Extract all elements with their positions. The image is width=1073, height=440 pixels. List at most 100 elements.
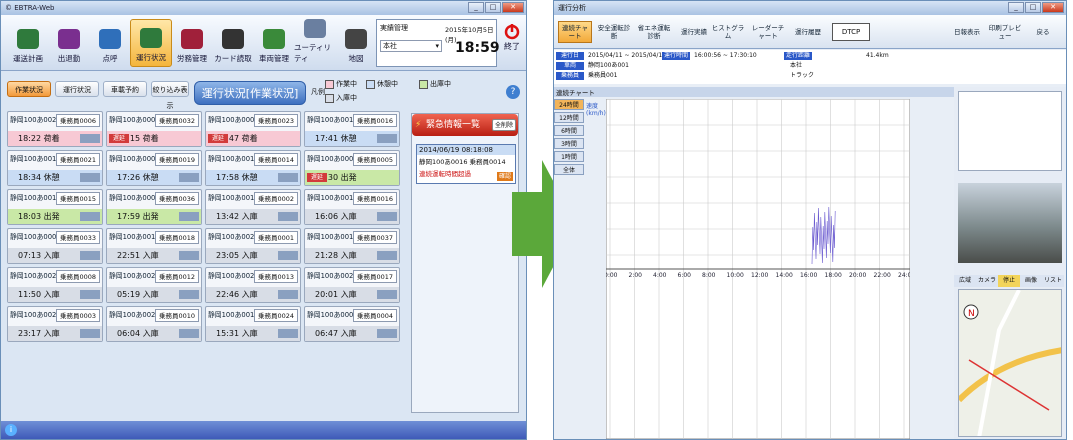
legend-swatch <box>325 79 334 89</box>
map-tab[interactable]: カメラ <box>976 275 998 287</box>
range-item[interactable]: 24時間 <box>554 99 584 110</box>
tab-filter[interactable]: 絞り込み表示 <box>151 81 189 110</box>
vehicle-card[interactable]: 静岡100あ0017 乗務員0016 16:06 入庫 <box>304 189 400 225</box>
minimize-button[interactable]: _ <box>468 2 484 13</box>
print-preview-button[interactable]: 印刷プレビュー <box>988 21 1022 43</box>
vehicle-card[interactable]: 静岡100あ0024 乗務員0012 05:19 入庫 <box>106 267 202 303</box>
detail-tag[interactable] <box>377 329 397 338</box>
toolbar-button-map[interactable]: 地図 <box>335 19 377 67</box>
route-map[interactable]: N <box>958 289 1062 437</box>
plate-number: 静岡100あ0017 <box>307 194 358 202</box>
analysis-tab-4[interactable]: ヒストグラム <box>710 21 746 43</box>
analysis-tab-2[interactable]: 省エネ運転診断 <box>636 21 672 43</box>
detail-tag[interactable] <box>179 173 199 182</box>
maximize-button[interactable]: □ <box>1025 2 1041 13</box>
vehicle-card[interactable]: 静岡100あ0015 乗務員0037 21:28 入庫 <box>304 228 400 264</box>
daily-report-button[interactable]: 日報表示 <box>950 21 984 43</box>
vehicle-card[interactable]: 静岡100あ0006 乗務員0005 17:30 出発 遅延 <box>304 150 400 186</box>
vehicle-card[interactable]: 静岡100あ0021 乗務員0006 18:22 荷着 <box>7 111 103 147</box>
map-tab[interactable]: 画像 <box>1020 275 1042 287</box>
vehicle-card[interactable]: 静岡100あ0007 乗務員0023 18:47 荷着 遅延 <box>205 111 301 147</box>
detail-tag[interactable] <box>278 212 298 221</box>
toolbar-button-labor[interactable]: 労務管理 <box>171 19 213 67</box>
vehicle-card[interactable]: 静岡100あ0005 乗務員0033 07:13 入庫 <box>7 228 103 264</box>
minimize-button[interactable]: _ <box>1008 2 1024 13</box>
range-item[interactable]: 1時間 <box>554 151 584 162</box>
plate-number: 静岡100あ0016 <box>208 155 259 163</box>
range-item[interactable]: 12時間 <box>554 112 584 123</box>
vehicle-card[interactable]: 静岡100あ0010 乗務員0018 22:51 入庫 <box>106 228 202 264</box>
map-tab[interactable]: 広域 <box>954 275 976 287</box>
detail-tag[interactable] <box>179 329 199 338</box>
exit-button[interactable]: 終了 <box>500 23 524 65</box>
close-button[interactable]: ✕ <box>502 2 524 13</box>
analysis-tab-1[interactable]: 安全運転診断 <box>596 21 632 43</box>
back-button[interactable]: 戻る <box>1026 21 1060 43</box>
vehicle-card[interactable]: 静岡100あ0008 乗務員0019 17:26 休憩 <box>106 150 202 186</box>
toolbar-button-attendance[interactable]: 出退勤 <box>48 19 90 67</box>
vehicle-card[interactable]: 静岡100あ0009 乗務員0036 17:59 出発 <box>106 189 202 225</box>
vehicle-card[interactable]: 静岡100あ0027 乗務員0010 06:04 入庫 <box>106 306 202 342</box>
toolbar-button-vehicle[interactable]: 車両管理 <box>253 19 295 67</box>
legend-working: 作業中 <box>325 79 357 89</box>
range-item[interactable]: 6時間 <box>554 125 584 136</box>
vehicle-card[interactable]: 静岡100あ0016 乗務員0014 17:58 休憩 <box>205 150 301 186</box>
detail-tag[interactable] <box>80 329 100 338</box>
vehicle-card[interactable]: 静岡100あ0022 乗務員0003 23:17 入庫 <box>7 306 103 342</box>
acknowledge-button[interactable]: 確認 <box>497 172 513 181</box>
branch-select[interactable]: 本社 ▾ <box>380 40 442 52</box>
vehicle-card[interactable]: 静岡100あ0011 乗務員0016 17:41 休憩 <box>304 111 400 147</box>
map-tab[interactable]: 停止 <box>998 275 1020 287</box>
tab-operation-status[interactable]: 運行状況 <box>55 81 99 97</box>
detail-tag[interactable] <box>278 173 298 182</box>
vehicle-card[interactable]: 静岡100あ0002 乗務員0004 06:47 入庫 <box>304 306 400 342</box>
detail-tag[interactable] <box>377 290 397 299</box>
range-item[interactable]: 全体 <box>554 164 584 175</box>
vehicle-card[interactable]: 静岡100あ0025 乗務員0013 22:46 入庫 <box>205 267 301 303</box>
vehicle-card[interactable]: 静岡100あ0020 乗務員0001 23:05 入庫 <box>205 228 301 264</box>
emergency-item[interactable]: 2014/06/19 08:18:08 静岡100あ0016 乗務員0014 連… <box>416 144 516 184</box>
toolbar-button-truck[interactable]: 運行状況 <box>130 19 172 67</box>
vehicle-card[interactable]: 静岡100あ0026 乗務員0017 20:01 入庫 <box>304 267 400 303</box>
range-item[interactable]: 3時間 <box>554 138 584 149</box>
detail-tag[interactable] <box>80 251 100 260</box>
delete-all-button[interactable]: 全削除 <box>492 119 516 131</box>
info-icon[interactable]: i <box>5 424 17 436</box>
toolbar-button-rollcall[interactable]: 点呼 <box>89 19 131 67</box>
analysis-tab-6[interactable]: 運行履歴 <box>790 21 826 43</box>
detail-tag[interactable] <box>80 290 100 299</box>
detail-tag[interactable] <box>80 134 100 143</box>
detail-tag[interactable] <box>80 173 100 182</box>
close-button[interactable]: ✕ <box>1042 2 1064 13</box>
detail-tag[interactable] <box>80 212 100 221</box>
help-icon[interactable]: ? <box>506 85 520 99</box>
emergency-panel: ⚡ 緊急情報一覧 全削除 2014/06/19 08:18:08 静岡100あ0… <box>411 113 519 413</box>
vehicle-card[interactable]: 静岡100あ0019 乗務員0002 13:42 入庫 <box>205 189 301 225</box>
vehicle-card[interactable]: 静岡100あ0014 乗務員0015 18:03 出発 <box>7 189 103 225</box>
maximize-button[interactable]: □ <box>485 2 501 13</box>
tab-work-status[interactable]: 作業状況 <box>7 81 51 97</box>
toolbar-button-utility[interactable]: ユーティリティ <box>294 19 336 67</box>
plate-number: 静岡100あ0004 <box>109 116 160 124</box>
detail-tag[interactable] <box>179 251 199 260</box>
vehicle-card[interactable]: 静岡100あ0004 乗務員0032 18:15 荷着 遅延 <box>106 111 202 147</box>
plate-number: 静岡100あ0019 <box>208 194 259 202</box>
vehicle-card[interactable]: 静岡100あ0012 乗務員0024 15:31 入庫 <box>205 306 301 342</box>
detail-tag[interactable] <box>377 212 397 221</box>
map-tab[interactable]: リスト <box>1042 275 1064 287</box>
detail-tag[interactable] <box>278 290 298 299</box>
detail-tag[interactable] <box>278 329 298 338</box>
detail-tag[interactable] <box>377 251 397 260</box>
tab-vehicle-reservation[interactable]: 車載予約 <box>103 81 147 97</box>
vehicle-card[interactable]: 静岡100あ0023 乗務員0008 11:50 入庫 <box>7 267 103 303</box>
analysis-tab-0[interactable]: 連続チャート <box>558 21 592 43</box>
analysis-tab-5[interactable]: レーダーチャート <box>750 21 786 43</box>
detail-tag[interactable] <box>377 134 397 143</box>
vehicle-card[interactable]: 静岡100あ0018 乗務員0021 18:34 休憩 <box>7 150 103 186</box>
detail-tag[interactable] <box>179 212 199 221</box>
detail-tag[interactable] <box>278 251 298 260</box>
detail-tag[interactable] <box>179 290 199 299</box>
analysis-tab-3[interactable]: 運行実績 <box>676 21 712 43</box>
toolbar-button-card-reader[interactable]: カード読取 <box>212 19 254 67</box>
toolbar-button-schedule[interactable]: 運送計画 <box>7 19 49 67</box>
